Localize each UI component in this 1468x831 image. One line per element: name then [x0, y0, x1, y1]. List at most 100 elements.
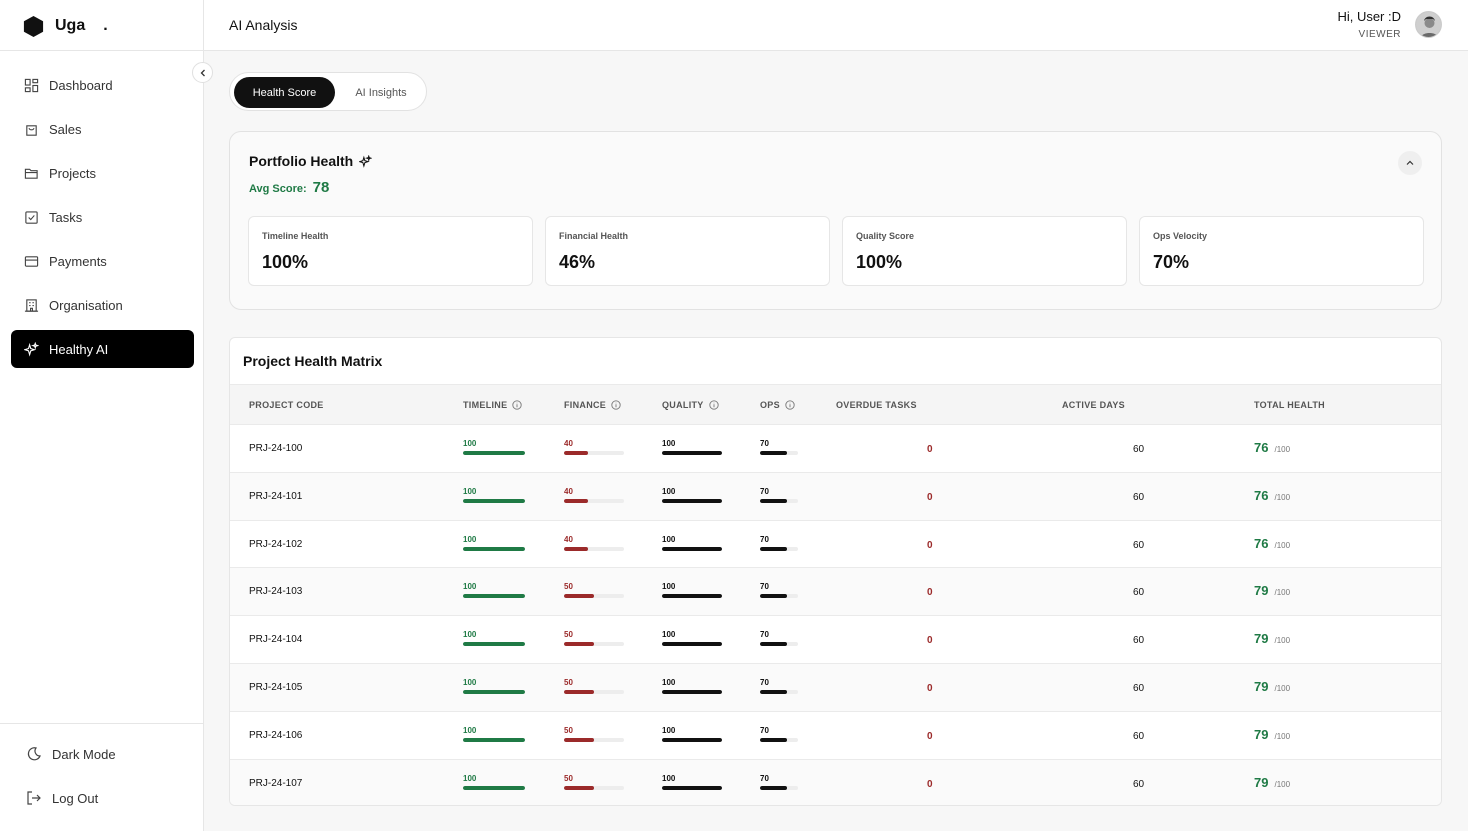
table-row[interactable]: PRJ-24-101 100 40 100 70 0 60 76/100 [230, 471, 1441, 520]
sidebar-item-payments[interactable]: Payments [11, 242, 194, 280]
avatar[interactable] [1415, 11, 1442, 38]
metric-card-timeline: Timeline Health 100% [248, 216, 533, 286]
info-icon[interactable] [708, 400, 719, 410]
total-health-max: /100 [1274, 779, 1291, 789]
project-code: PRJ-24-100 [249, 443, 303, 454]
timeline-progress-track [463, 785, 525, 790]
info-icon[interactable] [512, 400, 523, 410]
ops-score-value: 70 [760, 773, 769, 783]
logout-label: Log Out [52, 790, 99, 806]
portfolio-health-card: Portfolio Health Avg Score: 78 Timeline … [229, 131, 1442, 310]
finance-progress-track [564, 498, 624, 503]
table-row[interactable]: PRJ-24-103 100 50 100 70 0 60 79/100 [230, 567, 1441, 616]
sidebar-item-label: Tasks [49, 209, 83, 225]
sidebar-item-healthy-ai[interactable]: Healthy AI [11, 330, 194, 368]
sidebar-collapse-button[interactable] [192, 62, 213, 83]
ops-score-value: 70 [760, 534, 769, 544]
overdue-tasks-value: 0 [927, 635, 933, 647]
sidebar-item-label: Payments [49, 253, 107, 269]
timeline-progress-track [463, 594, 525, 599]
sidebar-item-projects[interactable]: Projects [11, 154, 194, 192]
avg-score-label: Avg Score: [249, 183, 307, 195]
finance-progress-track [564, 546, 624, 551]
table-row[interactable]: PRJ-24-107 100 50 100 70 0 60 79/100 [230, 758, 1441, 805]
page-title: AI Analysis [229, 17, 298, 33]
total-health: 79/100 [1254, 583, 1290, 598]
timeline-score-value: 100 [463, 725, 477, 735]
ops-progress-fill [760, 642, 787, 647]
tab-health-score[interactable]: Health Score [234, 77, 335, 108]
timeline-progress-fill [463, 451, 525, 455]
timeline-score-cell: 100 [463, 487, 525, 503]
dark-mode-label: Dark Mode [52, 746, 116, 762]
sidebar-item-sales[interactable]: Sales [11, 110, 194, 148]
project-code: PRJ-24-102 [249, 538, 303, 550]
col-label: TIMELINE [463, 400, 508, 410]
info-icon[interactable] [611, 400, 621, 410]
total-health-value: 79 [1254, 631, 1269, 647]
finance-score-value: 40 [564, 439, 573, 448]
sidebar-item-tasks[interactable]: Tasks [11, 198, 194, 236]
matrix-title: Project Health Matrix [243, 353, 383, 369]
finance-progress-fill [564, 737, 594, 742]
project-code: PRJ-24-105 [249, 682, 303, 693]
brand-name: Uga [55, 17, 86, 34]
collapse-portfolio-button[interactable] [1398, 151, 1422, 175]
ops-progress-fill [760, 594, 787, 599]
table-row[interactable]: PRJ-24-104 100 50 100 70 0 60 79/100 [230, 615, 1441, 663]
ops-progress-fill [760, 690, 787, 694]
ops-progress-fill [760, 737, 787, 742]
brand[interactable]: Uga . [22, 14, 108, 38]
info-icon[interactable] [785, 400, 795, 410]
sidebar-item-dashboard[interactable]: Dashboard [11, 66, 194, 104]
quality-score-value: 100 [662, 534, 676, 544]
col-finance: FINANCE [564, 400, 621, 410]
total-health-value: 79 [1254, 726, 1269, 742]
total-health-value: 76 [1254, 487, 1269, 503]
ops-progress-track [760, 546, 798, 551]
timeline-progress-track [463, 498, 525, 503]
quality-progress-fill [662, 737, 722, 742]
sidebar-item-organisation[interactable]: Organisation [11, 286, 194, 324]
col-total-health: TOTAL HEALTH [1254, 400, 1325, 410]
col-label: FINANCE [564, 400, 607, 410]
dark-mode-toggle[interactable]: Dark Mode [26, 746, 116, 762]
quality-score-cell: 100 [662, 774, 722, 790]
logout-button[interactable]: Log Out [26, 790, 98, 806]
ops-score-cell: 70 [760, 535, 798, 551]
col-project-code: PROJECT CODE [249, 400, 324, 410]
portfolio-title: Portfolio Health [249, 153, 373, 169]
divider [0, 723, 204, 724]
finance-score-cell: 50 [564, 630, 624, 647]
sidebar-item-label: Dashboard [49, 77, 113, 93]
project-code: PRJ-24-107 [249, 777, 303, 789]
timeline-progress-fill [463, 546, 525, 551]
timeline-score-cell: 100 [463, 774, 525, 790]
quality-score-cell: 100 [662, 535, 722, 551]
metric-label: Timeline Health [262, 231, 329, 241]
total-health-value: 79 [1254, 679, 1269, 694]
total-health-value: 79 [1254, 774, 1269, 790]
finance-progress-fill [564, 498, 588, 503]
ops-score-value: 70 [760, 582, 769, 592]
table-row[interactable]: PRJ-24-100 100 40 100 70 0 60 76/100 [230, 424, 1441, 472]
tab-ai-insights[interactable]: AI Insights [341, 77, 421, 108]
metric-card-financial: Financial Health 46% [545, 216, 830, 286]
active-days-value: 60 [1133, 587, 1145, 599]
timeline-progress-track [463, 546, 525, 551]
timeline-score-value: 100 [463, 534, 477, 544]
sparkle-icon [359, 154, 373, 168]
overdue-tasks-value: 0 [927, 539, 933, 551]
table-row[interactable]: PRJ-24-102 100 40 100 70 0 60 76/100 [230, 519, 1441, 568]
chevron-up-icon [1406, 160, 1414, 165]
quality-progress-track [662, 546, 722, 551]
table-row[interactable]: PRJ-24-106 100 50 100 70 0 60 79/100 [230, 710, 1441, 759]
total-health-max: /100 [1274, 636, 1291, 646]
project-health-matrix: Project Health Matrix PROJECT CODE TIMEL… [229, 337, 1442, 806]
col-active-days: ACTIVE DAYS [1062, 400, 1125, 410]
table-row[interactable]: PRJ-24-105 100 50 100 70 0 60 79/100 [230, 663, 1441, 711]
sidebar-nav: Dashboard Sales Projects Tasks Payments … [11, 66, 194, 374]
hexagon-logo-icon [23, 15, 44, 37]
quality-score-cell: 100 [662, 630, 722, 647]
timeline-score-cell: 100 [463, 439, 525, 455]
